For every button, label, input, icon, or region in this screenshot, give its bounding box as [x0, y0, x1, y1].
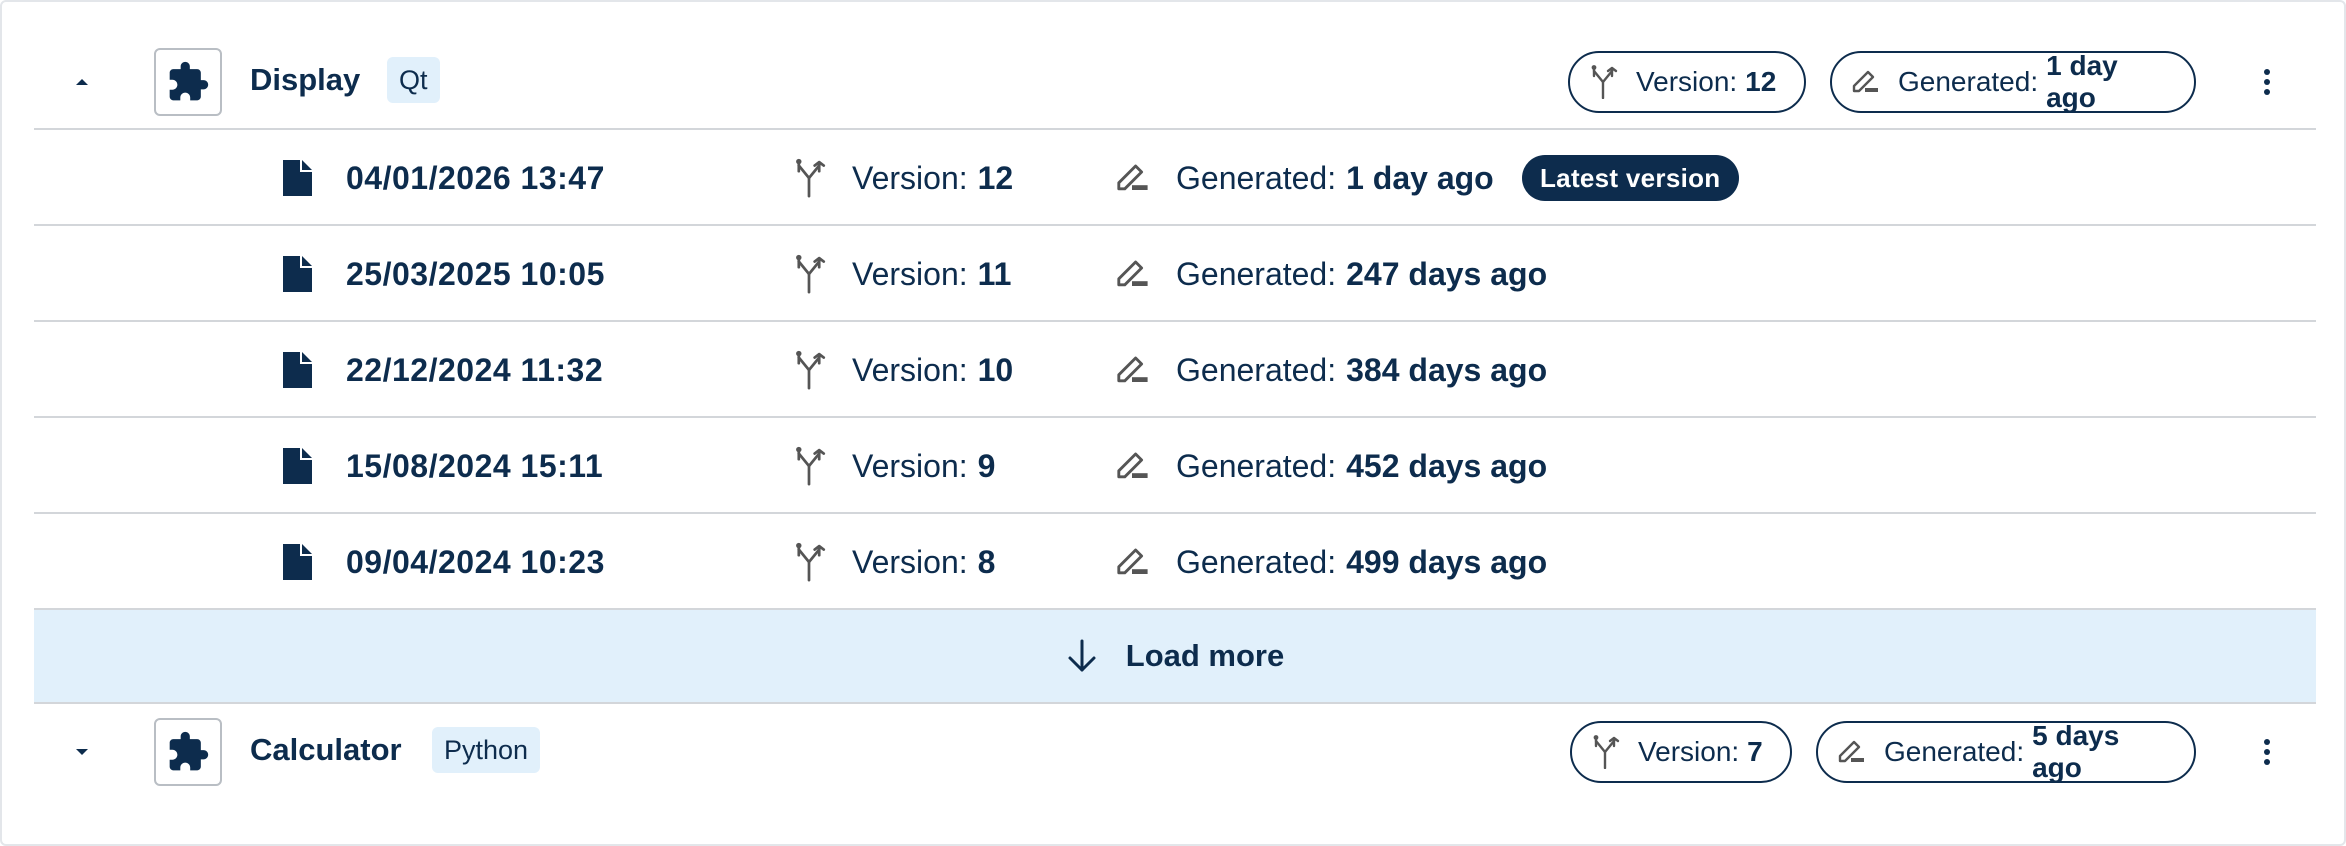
version-label: Version: — [1636, 66, 1738, 97]
generated-pill: Generated: 1 day ago — [1830, 50, 2196, 113]
generated-value: 384 days ago — [1346, 351, 1548, 388]
generated-meta: Generated: 247 days ago — [1176, 226, 1547, 322]
version-value: 7 — [1747, 736, 1763, 767]
generated-label: Generated: — [1176, 255, 1337, 292]
version-date[interactable]: 04/01/2026 13:47 — [346, 130, 605, 226]
version-date[interactable]: 09/04/2024 10:23 — [346, 514, 605, 610]
version-value: 8 — [977, 543, 996, 580]
merge-icon — [792, 418, 826, 514]
version-date[interactable]: 22/12/2024 11:32 — [346, 322, 603, 418]
generated-label: Generated: — [1176, 447, 1337, 484]
generated-value: 1 day ago — [1346, 159, 1494, 196]
version-date[interactable]: 25/03/2025 10:05 — [346, 226, 605, 322]
generated-label: Generated: — [1176, 351, 1337, 388]
caret-up-icon[interactable] — [70, 70, 94, 94]
version-label: Version: — [852, 255, 968, 292]
puzzle-icon — [154, 48, 222, 116]
version-meta: Version: 9 — [852, 418, 995, 514]
load-more-label: Load more — [1125, 638, 1285, 673]
load-more-button[interactable]: Load more — [34, 608, 2316, 704]
generated-pill: Generated: 5 days ago — [1816, 720, 2196, 783]
version-row[interactable]: 15/08/2024 15:11 Version: 9 Generated: 452 d… — [34, 418, 2316, 514]
merge-icon — [792, 226, 826, 322]
component-row-calculator[interactable]: Calculator Python Version: 7 Generated: … — [34, 704, 2316, 800]
puzzle-icon — [154, 718, 222, 786]
version-row[interactable]: 04/01/2026 13:47 Version: 12 Generated: 1 da… — [34, 130, 2316, 226]
latest-version-badge: Latest version — [1522, 155, 1739, 201]
arrow-down-icon — [1068, 639, 1096, 672]
generated-label: Generated: — [1884, 736, 2025, 767]
generated-meta: Generated: 499 days ago — [1176, 514, 1547, 610]
version-value: 9 — [977, 447, 996, 484]
version-label: Version: — [1638, 736, 1740, 767]
version-row[interactable]: 25/03/2025 10:05 Version: 11 Generated: 247 … — [34, 226, 2316, 322]
merge-icon — [1593, 735, 1620, 769]
edit-icon — [1838, 740, 1864, 763]
generated-label: Generated: — [1176, 159, 1337, 196]
edit-icon — [1114, 322, 1150, 418]
version-label: Version: — [852, 543, 968, 580]
version-row[interactable]: 22/12/2024 11:32 Version: 10 Generated: 384 … — [34, 322, 2316, 418]
generated-label: Generated: — [1176, 543, 1337, 580]
version-meta: Version: 10 — [852, 322, 1013, 418]
version-value: 12 — [1745, 66, 1777, 97]
version-label: Version: — [852, 159, 968, 196]
edit-icon — [1114, 514, 1150, 610]
component-row-display[interactable]: Display Qt Version: 12 Generated: 1 day … — [34, 34, 2316, 130]
kebab-icon[interactable] — [2252, 732, 2282, 772]
generated-value: 499 days ago — [1346, 543, 1548, 580]
version-row[interactable]: 09/04/2024 10:23 Version: 8 Generated: 499 d… — [34, 514, 2316, 610]
file-icon — [280, 130, 314, 226]
generated-value: 247 days ago — [1346, 255, 1548, 292]
file-icon — [280, 322, 314, 418]
version-label: Version: — [852, 447, 968, 484]
edit-icon — [1114, 226, 1150, 322]
generated-value: 5 days ago — [2032, 720, 2120, 783]
version-pill: Version: 12 — [1568, 51, 1806, 113]
generated-meta: Generated: 384 days ago — [1176, 322, 1547, 418]
merge-icon — [792, 130, 826, 226]
edit-icon — [1114, 418, 1150, 514]
version-value: 12 — [977, 159, 1014, 196]
version-label: Version: — [852, 351, 968, 388]
component-name[interactable]: Calculator — [250, 732, 402, 768]
version-value: 10 — [977, 351, 1014, 388]
tag-badge: Python — [432, 727, 541, 773]
generated-meta: Generated: 1 day ago — [1176, 130, 1494, 226]
component-list: Display Qt Version: 12 Generated: 1 day … — [0, 0, 2346, 846]
version-meta: Version: 8 — [852, 514, 995, 610]
generated-label: Generated: — [1898, 66, 2039, 97]
version-pill: Version: 7 — [1570, 721, 1792, 783]
version-meta: Version: 12 — [852, 130, 1013, 226]
merge-icon — [1591, 65, 1618, 99]
caret-down-icon[interactable] — [70, 740, 94, 764]
edit-icon — [1114, 130, 1150, 226]
generated-value: 1 day ago — [2046, 50, 2118, 113]
file-icon — [280, 418, 314, 514]
merge-icon — [792, 322, 826, 418]
edit-icon — [1852, 70, 1878, 93]
version-meta: Version: 11 — [852, 226, 1011, 322]
generated-value: 452 days ago — [1346, 447, 1548, 484]
tag-badge: Qt — [387, 57, 440, 103]
version-value: 11 — [977, 255, 1012, 292]
file-icon — [280, 226, 314, 322]
component-name[interactable]: Display — [250, 62, 360, 98]
version-date[interactable]: 15/08/2024 15:11 — [346, 418, 603, 514]
file-icon — [280, 514, 314, 610]
merge-icon — [792, 514, 826, 610]
generated-meta: Generated: 452 days ago — [1176, 418, 1547, 514]
kebab-icon[interactable] — [2252, 62, 2282, 102]
